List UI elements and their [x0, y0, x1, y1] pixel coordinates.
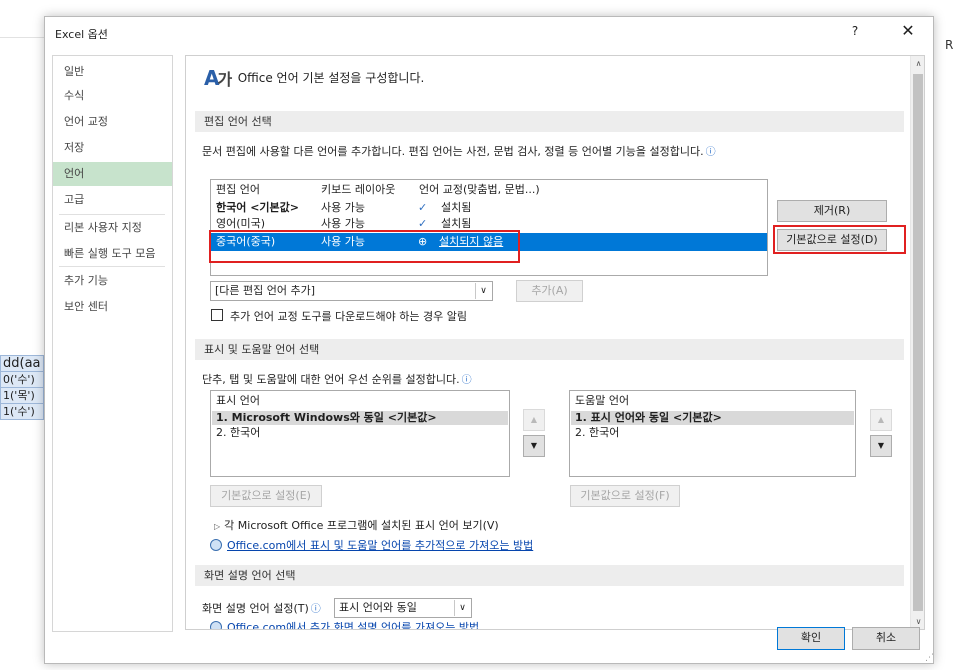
more-display-languages-link[interactable]: Office.com에서 표시 및 도움말 언어를 추가적으로 가져오는 방법 [227, 539, 533, 552]
chevron-down-icon: ▼ [877, 441, 885, 450]
highlight-box [209, 230, 520, 263]
screentip-language-dropdown[interactable]: 표시 언어와 동일 ∨ [334, 598, 472, 618]
ok-button[interactable]: 확인 [777, 627, 845, 650]
background-cell: 1('수') [0, 404, 44, 420]
background-cell: dd(aa [0, 355, 44, 372]
background-ribbon-line [0, 37, 44, 38]
move-down-button[interactable]: ▼ [523, 435, 545, 457]
screentip-link-row: Office.com에서 추가 화면 설명 언어를 가져오는 방법 [210, 619, 479, 629]
list-item[interactable]: 2. 한국어 [571, 426, 854, 440]
help-move-down-button[interactable]: ▼ [870, 435, 892, 457]
chevron-down-icon: ▼ [530, 441, 538, 450]
add-editing-language-dropdown[interactable]: [다른 편집 언어 추가] ∨ [210, 281, 493, 301]
sidebar-divider [59, 266, 165, 267]
proofing-cell: 설치됨 [441, 201, 472, 214]
screentip-language-label: 화면 설명 언어 설정(T) ⓘ [202, 602, 321, 615]
view-installed-display-languages[interactable]: ▷ 각 Microsoft Office 프로그램에 설치된 표시 언어 보기(V… [214, 517, 499, 533]
more-display-languages-link-row: Office.com에서 표시 및 도움말 언어를 추가적으로 가져오는 방법 [210, 537, 533, 553]
scrollbar-thumb[interactable] [913, 74, 923, 611]
expand-triangle-icon: ▷ [214, 522, 221, 531]
display-set-default-button[interactable]: 기본값으로 설정(E) [210, 485, 322, 507]
sidebar-item-language[interactable]: 언어 [53, 162, 172, 186]
dialog-title: Excel 옵션 [55, 28, 108, 41]
notify-download-label: 추가 언어 교정 도구를 다운로드해야 하는 경우 알림 [230, 310, 467, 323]
list-item[interactable]: 1. Microsoft Windows와 동일 <기본값> [212, 411, 508, 425]
more-screentip-languages-link[interactable]: Office.com에서 추가 화면 설명 언어를 가져오는 방법 [227, 621, 479, 629]
sidebar-item-formulas[interactable]: 수식 [53, 84, 172, 108]
sidebar-divider [59, 214, 165, 215]
column-header: 편집 언어 [216, 183, 260, 196]
proofing-cell: 설치됨 [441, 217, 472, 230]
chevron-up-icon: ▲ [877, 415, 885, 424]
column-header: 언어 교정(맞춤법, 문법...) [419, 183, 540, 196]
vertical-scrollbar[interactable]: ∧ ∨ [910, 56, 924, 629]
move-up-button[interactable]: ▲ [523, 409, 545, 431]
notify-download-checkbox[interactable] [211, 309, 223, 321]
table-row[interactable]: 한국어 <기본값> 사용 가능 ✓ 설치됨 [211, 201, 767, 215]
screentip-language-section-title: 화면 설명 언어 선택 [195, 565, 904, 586]
highlight-box [773, 225, 906, 254]
sidebar-item-proofing[interactable]: 언어 교정 [53, 110, 172, 134]
info-icon: ⓘ [705, 147, 716, 158]
language-icon: A가 [204, 66, 232, 90]
background-cell: 0('수') [0, 372, 44, 388]
keyboard-cell: 사용 가능 [321, 201, 365, 214]
options-sidebar: 일반 수식 언어 교정 저장 언어 고급 리본 사용자 지정 빠른 실행 도구 … [52, 55, 173, 632]
list-title: 도움말 언어 [575, 394, 630, 407]
sidebar-item-quick-access-toolbar[interactable]: 빠른 실행 도구 모음 [53, 242, 172, 266]
remove-button[interactable]: 제거(R) [777, 200, 887, 222]
help-set-default-button[interactable]: 기본값으로 설정(F) [570, 485, 680, 507]
globe-icon [210, 539, 222, 551]
chevron-down-icon: ∨ [454, 600, 470, 616]
add-button[interactable]: 추가(A) [516, 280, 583, 302]
close-button[interactable]: ✕ [895, 20, 921, 42]
editing-language-table[interactable]: 편집 언어 키보드 레이아웃 언어 교정(맞춤법, 문법...) 한국어 <기본… [209, 179, 768, 276]
checkmark-icon: ✓ [418, 201, 428, 214]
excel-options-dialog: Excel 옵션 ? ✕ 일반 수식 언어 교정 저장 언어 고급 리본 사용자… [44, 16, 934, 664]
list-item[interactable]: 1. 표시 언어와 동일 <기본값> [571, 411, 854, 425]
sidebar-item-add-ins[interactable]: 추가 기능 [53, 269, 172, 293]
table-header: 편집 언어 키보드 레이아웃 언어 교정(맞춤법, 문법...) [211, 183, 767, 197]
background-cells: dd(aa 0('수') 1('목') 1('수') [0, 355, 44, 420]
cancel-button[interactable]: 취소 [852, 627, 920, 650]
help-language-list[interactable]: 도움말 언어 1. 표시 언어와 동일 <기본값> 2. 한국어 [569, 390, 856, 477]
display-language-section-title: 표시 및 도움말 언어 선택 [195, 339, 904, 360]
display-language-description: 단추, 탭 및 도움말에 대한 언어 우선 순위를 설정합니다. ⓘ [202, 373, 472, 386]
keyboard-cell: 사용 가능 [321, 217, 365, 230]
edit-language-description: 문서 편집에 사용할 다른 언어를 추가합니다. 편집 언어는 사전, 문법 검… [202, 145, 716, 158]
background-column-letter: R [945, 38, 954, 52]
help-button[interactable]: ? [845, 21, 865, 41]
checkmark-icon: ✓ [418, 217, 428, 230]
info-icon: ⓘ [310, 604, 321, 615]
background-cell: 1('목') [0, 388, 44, 404]
display-language-list[interactable]: 표시 언어 1. Microsoft Windows와 동일 <기본값> 2. … [210, 390, 510, 477]
column-header: 키보드 레이아웃 [321, 183, 396, 196]
language-panel: A가 Office 언어 기본 설정을 구성합니다. 편집 언어 선택 문서 편… [185, 55, 925, 630]
help-move-up-button[interactable]: ▲ [870, 409, 892, 431]
scroll-up-icon[interactable]: ∧ [911, 56, 924, 71]
sidebar-item-trust-center[interactable]: 보안 센터 [53, 295, 172, 319]
list-title: 표시 언어 [216, 394, 260, 407]
language-cell: 한국어 <기본값> [216, 201, 299, 214]
page-title: Office 언어 기본 설정을 구성합니다. [237, 71, 425, 85]
info-icon: ⓘ [461, 375, 472, 386]
language-cell: 영어(미국) [216, 217, 266, 230]
sidebar-item-customize-ribbon[interactable]: 리본 사용자 지정 [53, 216, 172, 240]
chevron-up-icon: ▲ [530, 415, 538, 424]
edit-language-section-title: 편집 언어 선택 [195, 111, 904, 132]
table-row[interactable]: 영어(미국) 사용 가능 ✓ 설치됨 [211, 217, 767, 231]
list-item[interactable]: 2. 한국어 [212, 426, 508, 440]
chevron-down-icon: ∨ [475, 283, 491, 299]
sidebar-item-general[interactable]: 일반 [53, 60, 172, 84]
resize-grip-icon[interactable]: ⋰ [925, 653, 934, 663]
globe-icon [210, 621, 222, 629]
sidebar-item-advanced[interactable]: 고급 [53, 188, 172, 212]
sidebar-item-save[interactable]: 저장 [53, 136, 172, 160]
language-header: A가 Office 언어 기본 설정을 구성합니다. [204, 66, 424, 90]
